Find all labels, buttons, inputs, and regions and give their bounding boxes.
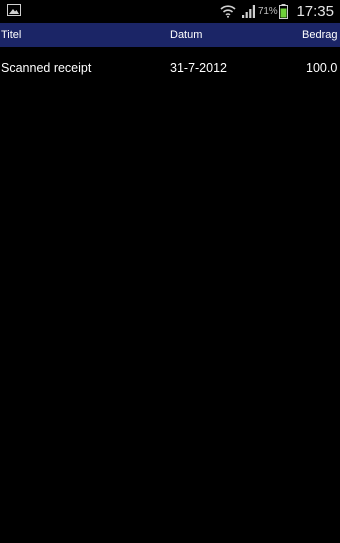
column-header-amount[interactable]: Bedrag [302,23,337,47]
image-notification-icon [7,4,21,16]
table-header: Titel Datum Bedrag [0,23,340,47]
status-clock: 17:35 [296,2,334,20]
column-header-date[interactable]: Datum [170,23,202,47]
status-bar: 71% 17:35 [0,0,340,22]
row-amount: 100.0 [306,61,338,75]
row-title: Scanned receipt [1,61,92,75]
wifi-icon [220,5,236,18]
row-date: 31-7-2012 [170,61,227,75]
receipt-list: Scanned receipt 31-7-2012 100.0 [0,47,340,89]
battery-percent: 71% [258,5,278,17]
table-row[interactable]: Scanned receipt 31-7-2012 100.0 [0,47,340,89]
battery-icon [279,3,289,19]
status-icons: 71% 17:35 [220,0,336,22]
app-screen: 71% 17:35 Titel Datum Bedrag Scanned rec… [0,0,340,543]
column-header-title[interactable]: Titel [1,23,21,47]
signal-icon [242,4,256,18]
